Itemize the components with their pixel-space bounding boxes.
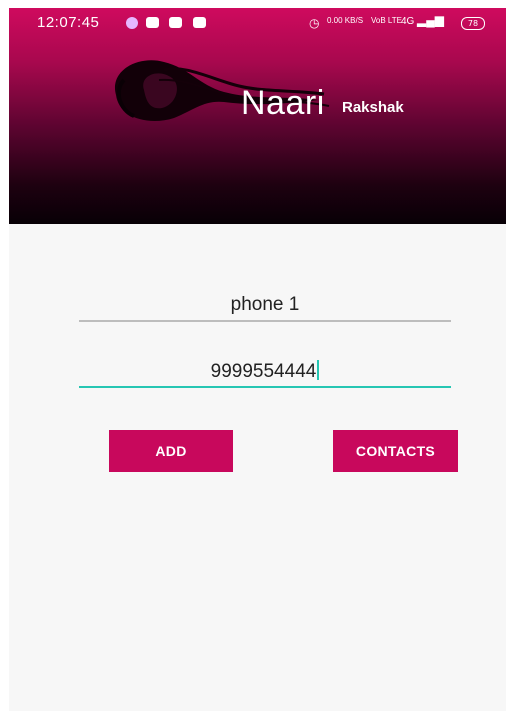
phone-number-field[interactable]: 9999554444 [79, 360, 451, 388]
alarm-icon: ◷ [309, 16, 320, 30]
brand-name-secondary: Rakshak [342, 99, 404, 116]
message-icon [193, 17, 206, 28]
signal-type: 4G [401, 16, 415, 27]
app-screen: 12:07:45 ◷ 0.00 KB/S VoB LTE 4G ▂▄▆ 78 N… [9, 8, 506, 711]
phone-number-value: 9999554444 [210, 361, 317, 382]
volte-indicator: VoB LTE [371, 16, 402, 25]
signal-bars-icon: ▂▄▆ [417, 13, 444, 27]
text-cursor [317, 360, 320, 380]
app-header: 12:07:45 ◷ 0.00 KB/S VoB LTE 4G ▂▄▆ 78 N… [9, 8, 506, 224]
notification-app-icon [126, 17, 138, 29]
brand-name-primary: Naari [241, 84, 325, 122]
status-bar: 12:07:45 ◷ 0.00 KB/S VoB LTE 4G ▂▄▆ 78 [9, 8, 506, 38]
youtube-icon [146, 17, 159, 28]
network-speed: 0.00 KB/S [327, 16, 364, 25]
contact-name-field[interactable]: phone 1 [79, 294, 451, 322]
camera-icon [169, 17, 182, 28]
contact-name-value: phone 1 [230, 294, 300, 315]
battery-icon: 78 [461, 17, 485, 30]
contacts-button[interactable]: CONTACTS [333, 430, 458, 472]
status-time: 12:07:45 [37, 14, 100, 31]
add-button[interactable]: ADD [109, 430, 233, 472]
